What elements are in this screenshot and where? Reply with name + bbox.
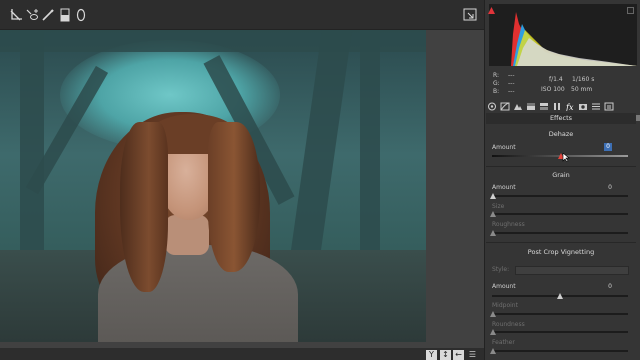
vignetting-amount-label: Amount	[492, 283, 516, 290]
b-value: ---	[508, 88, 515, 95]
top-toolbar	[0, 0, 484, 30]
g-label: G:	[493, 80, 500, 87]
grain-roughness-slider[interactable]	[492, 232, 628, 234]
svg-text:fx: fx	[565, 103, 574, 111]
dehaze-amount-label: Amount	[492, 144, 516, 151]
tab-hsl-icon[interactable]	[525, 101, 536, 111]
preferences-button[interactable]: ☰	[467, 350, 478, 360]
highlight-clipping-warning-icon[interactable]	[627, 7, 634, 14]
panel-scrollbar[interactable]	[636, 115, 640, 121]
before-after-y-button[interactable]: Y	[426, 350, 437, 360]
g-value: ---	[508, 80, 515, 87]
tab-presets-icon[interactable]	[590, 101, 601, 111]
tab-tone-curve-icon[interactable]	[499, 101, 510, 111]
vignetting-roundness-label: Roundness	[492, 321, 525, 328]
vignetting-amount-value[interactable]: 0	[596, 283, 612, 290]
image-canvas[interactable]	[0, 30, 484, 348]
radial-filter-icon[interactable]	[73, 7, 89, 23]
photo-preview	[0, 30, 426, 342]
r-value: ---	[508, 72, 515, 79]
grain-size-label: Size	[492, 203, 505, 210]
aperture-value: f/1.4	[549, 76, 563, 83]
grain-amount-slider[interactable]	[492, 195, 628, 197]
iso-value: ISO 100	[541, 86, 565, 93]
effects-panel-header: Effects	[486, 113, 636, 124]
copy-settings-button[interactable]: ←	[453, 350, 464, 360]
red-eye-tool-icon[interactable]	[24, 7, 40, 23]
before-after-split-button[interactable]: ↕	[440, 350, 451, 360]
r-label: R:	[493, 72, 500, 79]
vignetting-style-select[interactable]	[515, 266, 629, 275]
divider	[486, 166, 636, 167]
histogram	[489, 4, 637, 66]
grain-title: Grain	[552, 171, 570, 179]
vignetting-feather-label: Feather	[492, 339, 515, 346]
grain-size-slider[interactable]	[492, 213, 628, 215]
vignetting-style-label: Style:	[492, 266, 510, 273]
filter-tool-icon[interactable]	[57, 7, 73, 23]
divider	[486, 242, 636, 243]
vignetting-midpoint-label: Midpoint	[492, 302, 518, 309]
b-label: B:	[493, 88, 500, 95]
bottom-bar	[0, 348, 484, 360]
crop-tool-icon[interactable]	[8, 7, 24, 23]
vignetting-title: Post Crop Vignetting	[527, 248, 595, 256]
vignetting-midpoint-slider[interactable]	[492, 313, 628, 315]
brush-tool-icon[interactable]	[40, 7, 56, 23]
tab-detail-icon[interactable]	[512, 101, 523, 111]
dehaze-title: Dehaze	[548, 130, 574, 138]
tab-effects-icon[interactable]: fx	[564, 101, 575, 111]
shutter-value: 1/160 s	[572, 76, 595, 83]
tab-split-toning-icon[interactable]	[538, 101, 549, 111]
focal-length-value: 50 mm	[571, 86, 593, 93]
dehaze-amount-value[interactable]: 0	[604, 143, 612, 151]
fullscreen-icon[interactable]	[462, 7, 478, 23]
panel-tabs: fx	[486, 100, 636, 112]
tab-snapshots-icon[interactable]	[603, 101, 614, 111]
vignetting-feather-slider[interactable]	[492, 350, 628, 352]
grain-amount-label: Amount	[492, 184, 516, 191]
grain-roughness-label: Roughness	[492, 221, 525, 228]
tab-camera-calibration-icon[interactable]	[577, 101, 588, 111]
tab-lens-icon[interactable]	[551, 101, 562, 111]
tab-basic-icon[interactable]	[486, 101, 497, 111]
mouse-cursor-icon	[562, 153, 570, 162]
vignetting-roundness-slider[interactable]	[492, 331, 628, 333]
grain-amount-value[interactable]: 0	[596, 184, 612, 191]
